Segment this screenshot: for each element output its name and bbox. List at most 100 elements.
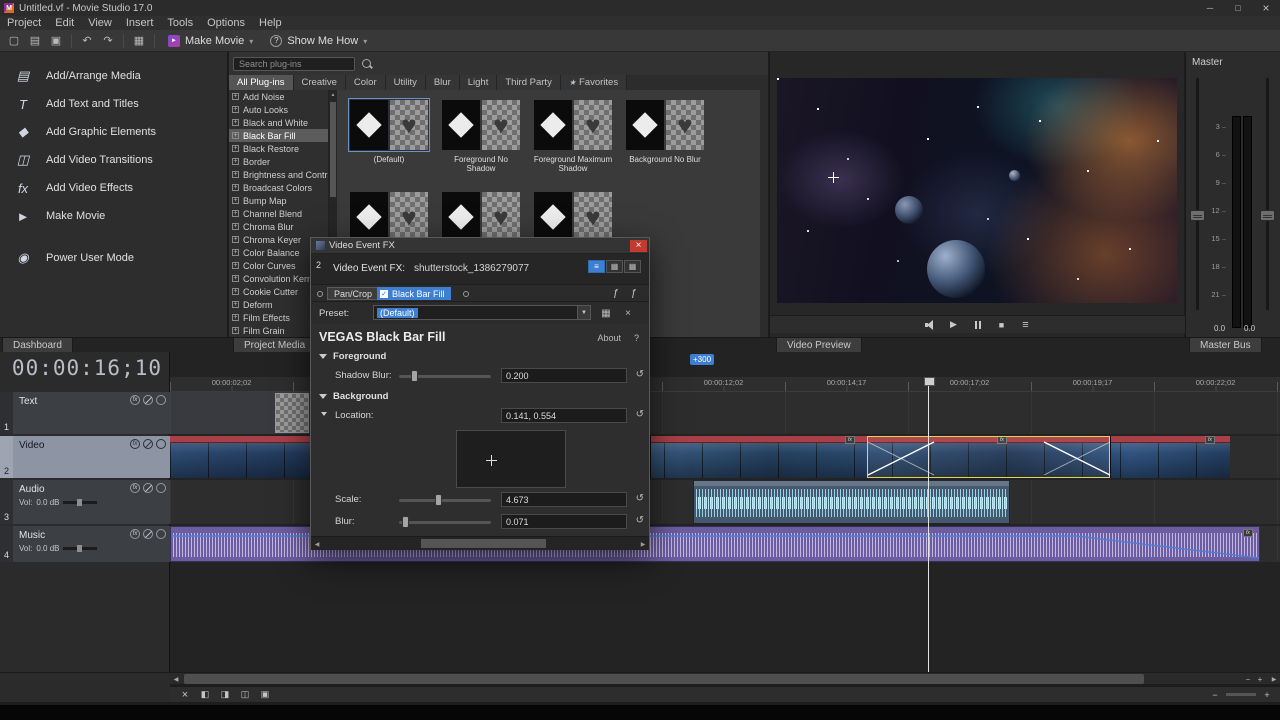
split-icon[interactable] [238,689,252,701]
preset-thumbnail[interactable]: Background No Blur [623,98,707,173]
plugin-category-tab[interactable]: Creative [294,75,346,90]
zoom-in-icon[interactable]: + [1254,674,1266,684]
track-fx-icon[interactable] [130,439,140,449]
expand-icon[interactable] [232,93,239,100]
scroll-right-icon[interactable]: ▶ [1268,674,1280,684]
plugin-category-tab[interactable]: Third Party [497,75,560,90]
volume-slider-knob[interactable] [77,545,82,552]
track-mute-icon[interactable] [143,439,153,449]
collapse-triangle-icon[interactable] [319,354,327,363]
menu-item[interactable]: Edit [48,16,81,30]
tab-master-bus[interactable]: Master Bus [1189,338,1262,353]
menu-item[interactable]: Options [200,16,252,30]
expand-icon[interactable] [232,301,239,308]
scroll-left-icon[interactable]: ◀ [312,539,322,549]
plugin-list-item[interactable]: Black and White [229,116,328,129]
chevron-down-icon[interactable] [577,306,590,319]
zoom-out-icon[interactable] [1208,689,1222,701]
track-mute-icon[interactable] [143,483,153,493]
properties-icon[interactable] [129,32,149,50]
scale-value[interactable]: 4.673 [501,492,627,507]
tab-video-preview[interactable]: Video Preview [776,338,862,353]
event-fx-icon[interactable] [1205,436,1215,444]
close-icon[interactable] [630,240,647,252]
delete-preset-icon[interactable] [621,306,635,320]
master-fader-left[interactable] [1196,78,1199,310]
expand-icon[interactable] [232,223,239,230]
snapshot-icon[interactable] [258,689,272,701]
layout-grid-icon[interactable] [606,260,623,273]
sidebar-item[interactable]: T Add Text and Titles [0,90,228,118]
fader-knob-left[interactable] [1190,210,1205,221]
track-fx-icon[interactable] [130,529,140,539]
menu-item[interactable]: View [81,16,119,30]
reset-icon[interactable] [636,493,644,504]
volume-slider[interactable] [63,547,97,550]
plugin-category-tab[interactable]: Favorites [561,75,627,90]
fader-knob-right[interactable] [1260,210,1275,221]
preset-thumbnail[interactable]: (Default) [347,98,431,173]
track-solo-icon[interactable] [156,439,166,449]
menu-item[interactable]: Tools [160,16,200,30]
layout-grid2-icon[interactable] [624,260,641,273]
scrollbar-thumb[interactable] [330,102,336,197]
plugin-list-item[interactable]: Chroma Blur [229,220,328,233]
expand-icon[interactable] [232,262,239,269]
slider-knob[interactable] [435,494,442,506]
expand-icon[interactable] [232,158,239,165]
plugin-list-item[interactable]: Brightness and Contrast [229,168,328,181]
stop-icon[interactable] [995,319,1009,331]
zoom-in-icon[interactable] [1260,689,1274,701]
menu-item[interactable]: Project [0,16,48,30]
video-preview-frame[interactable] [777,78,1177,303]
section-background[interactable]: Background [311,388,649,404]
master-fader-right[interactable] [1266,78,1269,310]
about-link[interactable]: About [597,333,621,343]
shadow-blur-value[interactable]: 0.200 [501,368,627,383]
delete-icon[interactable] [178,689,192,701]
plugin-list-item[interactable]: Black Bar Fill [229,129,328,142]
dialog-title-bar[interactable]: Video Event FX [311,238,649,254]
track-fx-icon[interactable] [130,395,140,405]
plugin-list-item[interactable]: Black Restore [229,142,328,155]
audio-event-clip[interactable] [693,480,1010,524]
remove-fx-icon[interactable] [626,287,641,300]
new-project-icon[interactable] [4,32,24,50]
volume-slider[interactable] [63,501,97,504]
track-header-music[interactable]: 4 Music Vol: 0.0 dB [0,526,170,562]
location-value[interactable]: 0.141, 0.554 [501,408,627,423]
preset-thumbnail[interactable]: Foreground Maximum Shadow [531,98,615,173]
track-header-video[interactable]: 2 Video [0,436,170,478]
sidebar-item-power-user[interactable]: ◉ Power User Mode [0,244,228,272]
save-project-icon[interactable] [46,32,66,50]
volume-slider-knob[interactable] [77,499,82,506]
dialog-scrollbar[interactable]: ◀ ▶ [311,536,649,550]
plugin-category-tab[interactable]: Color [346,75,386,90]
slider-knob[interactable] [411,370,418,382]
track-solo-icon[interactable] [156,483,166,493]
track-fx-icon[interactable] [130,483,140,493]
zoom-out-icon[interactable]: − [1242,674,1254,684]
expand-icon[interactable] [232,106,239,113]
show-me-how-button[interactable]: Show Me How [262,32,375,50]
slider-knob[interactable] [402,516,409,528]
sidebar-item[interactable]: ▤ Add/Arrange Media [0,62,228,90]
plugin-list-item[interactable]: Auto Looks [229,103,328,116]
expand-icon[interactable] [232,288,239,295]
scroll-right-icon[interactable]: ▶ [638,539,648,549]
menu-item[interactable]: Insert [119,16,161,30]
pause-icon[interactable] [971,319,985,331]
sidebar-item[interactable]: ◆ Add Graphic Elements [0,118,228,146]
search-icon[interactable] [361,58,373,70]
add-fx-icon[interactable] [608,287,623,300]
scroll-up-icon[interactable]: ▲ [329,90,337,100]
help-link[interactable]: ? [634,333,639,343]
preset-thumbnail[interactable]: Foreground No Shadow [439,98,523,173]
scrollbar-thumb[interactable] [184,674,1144,684]
timecode-display[interactable]: 00:00:16;10 [0,356,162,380]
sidebar-item[interactable]: ◫ Add Video Transitions [0,146,228,174]
search-input[interactable] [233,57,355,71]
expand-icon[interactable] [232,236,239,243]
trim-end-icon[interactable] [218,689,232,701]
maximize-icon[interactable] [1224,0,1252,16]
